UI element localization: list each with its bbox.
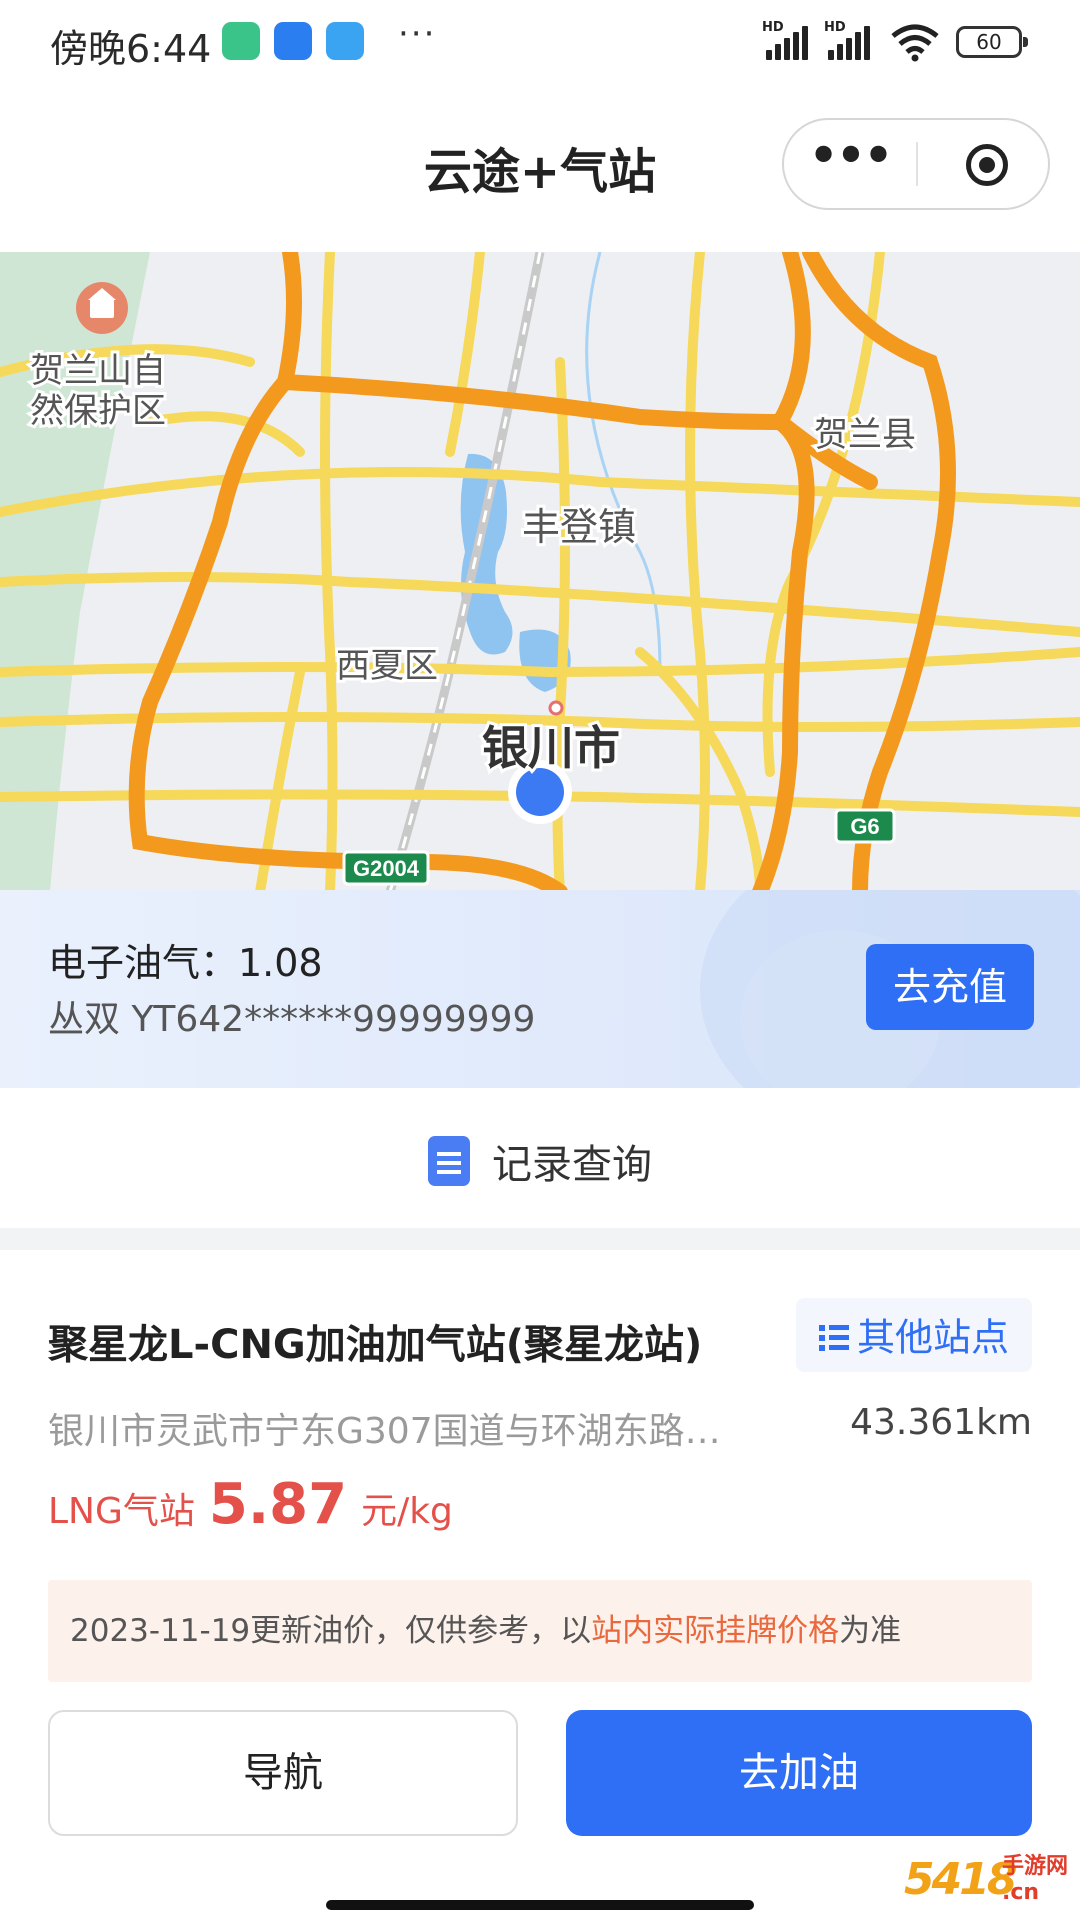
capsule-menu: •••: [782, 118, 1050, 210]
watermark-site: 手游网 .cn: [1002, 1854, 1068, 1906]
price-unit: 元/kg: [361, 1491, 453, 1532]
station-card: 聚星龙L-CNG加油加气站(聚星龙站) 其他站点 银川市灵武市宁东G307国道与…: [0, 1250, 1080, 1920]
signal-hd-label: HD: [762, 20, 784, 35]
app-notification-icon-bluebird: [274, 22, 312, 60]
notice-highlight: 站内实际挂牌价格: [591, 1613, 840, 1649]
station-price: LNG气站 5.87 元/kg: [48, 1472, 453, 1537]
status-indicators: HD HD 60: [762, 20, 1028, 64]
notice-prefix: 2023-11-19更新油价，仅供参考，以: [70, 1613, 592, 1649]
document-icon: [428, 1136, 470, 1186]
navigate-button[interactable]: 导航: [48, 1710, 518, 1836]
g6-label: G6: [850, 814, 879, 839]
record-query-label: 记录查询: [492, 1142, 652, 1188]
other-stations-label: 其他站点: [856, 1315, 1009, 1360]
map-canvas[interactable]: G2004 G6 贺兰山自 然保护区 贺兰县 丰登镇 西夏区 银川市: [0, 252, 1080, 892]
label-yinchuan-city: 银川市: [482, 721, 620, 775]
close-program-button[interactable]: [966, 144, 1008, 186]
g6-shield: G6: [834, 808, 896, 844]
watermark-logo: 5418 手游网 .cn: [904, 1850, 1072, 1912]
balance-amount: 电子油气：1.08: [48, 941, 323, 985]
list-icon: [818, 1324, 849, 1352]
signal-hd-label: HD: [824, 20, 846, 35]
signal-icon-1: HD: [762, 20, 820, 64]
recharge-button[interactable]: 去充值: [866, 944, 1034, 1030]
label-fengdeng-town: 丰登镇: [522, 505, 636, 549]
ring-road: [275, 252, 811, 431]
river-water: [585, 252, 662, 673]
label-reserve-line1: 贺兰山自: [30, 351, 166, 391]
g2004-label: G2004: [353, 856, 420, 881]
city-center-marker: [548, 700, 564, 716]
watermark-number: 5418: [904, 1854, 1017, 1905]
wifi-icon: [891, 24, 939, 62]
watermark-site-bottom: .cn: [1002, 1880, 1040, 1905]
home-indicator[interactable]: [326, 1900, 754, 1910]
more-options-button[interactable]: •••: [784, 120, 916, 208]
more-notifications-icon: ···: [398, 14, 437, 54]
record-query-row[interactable]: 记录查询: [0, 1088, 1080, 1228]
signal-icon-2: HD: [824, 20, 882, 64]
lake-water: [460, 453, 513, 655]
station-address: 银川市灵武市宁东G307国道与环湖东路…: [48, 1411, 721, 1452]
go-refuel-button[interactable]: 去加油: [566, 1710, 1032, 1836]
capsule-divider: [916, 142, 918, 186]
account-number: 丛双 YT642******99999999: [48, 999, 536, 1040]
g2004-shield: G2004: [342, 850, 430, 886]
station-name: 聚星龙L-CNG加油加气站(聚星龙站): [48, 1322, 703, 1368]
watermark-site-top: 手游网: [1002, 1854, 1069, 1879]
price-notice: 2023-11-19更新油价，仅供参考，以站内实际挂牌价格为准: [48, 1580, 1032, 1682]
mini-program-nav-bar: 云途+气站 •••: [0, 82, 1080, 252]
app-notification-icon-bubble: [326, 22, 364, 60]
other-stations-button[interactable]: 其他站点: [796, 1298, 1032, 1372]
status-time: 傍晚6:44: [50, 27, 212, 71]
map-view[interactable]: G2004 G6 贺兰山自 然保护区 贺兰县 丰登镇 西夏区 银川市: [0, 252, 1080, 892]
label-xixia-district: 西夏区: [336, 646, 438, 686]
oil-balance-card: 电子油气：1.08 丛双 YT642******99999999 去充值: [0, 890, 1080, 1088]
label-reserve-line2: 然保护区: [30, 391, 166, 431]
status-bar: 傍晚6:44 ··· HD HD 60: [0, 0, 1080, 82]
notice-suffix: 为准: [839, 1613, 902, 1649]
battery-icon: 60: [956, 26, 1028, 58]
price-type-label: LNG气站: [48, 1491, 195, 1532]
label-helan-county: 贺兰县: [814, 415, 916, 455]
section-divider: [0, 1228, 1080, 1250]
reserve-poi-icon: [76, 282, 128, 334]
price-value: 5.87: [208, 1472, 348, 1537]
app-notification-icon-shield: [222, 22, 260, 60]
station-distance: 43.361km: [850, 1402, 1032, 1443]
